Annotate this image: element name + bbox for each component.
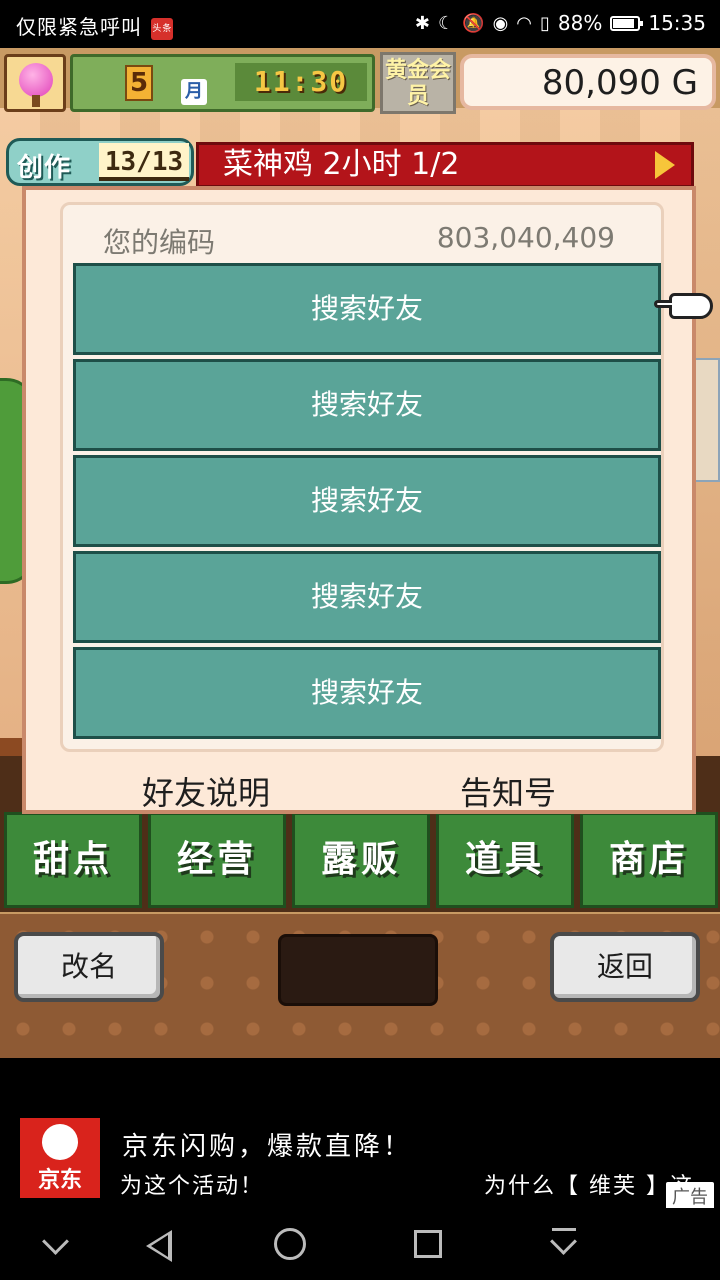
ad-title: 京东闪购，爆款直降！ bbox=[122, 1132, 413, 1162]
chevron-down-icon[interactable] bbox=[36, 1228, 76, 1260]
ad-brand: 京东 bbox=[37, 1168, 82, 1193]
notification-pull-icon[interactable] bbox=[546, 1228, 586, 1260]
status-right: ✱ ☾ 🔕 ◉ ◠ ▯ 88% 15:35 bbox=[415, 11, 706, 35]
recipe-banner[interactable]: 菜神鸡 2小时 1/2 bbox=[196, 142, 694, 188]
create-label: 创作 bbox=[17, 153, 72, 183]
game-screen: 5 月 11:30 黄金会员 80,090 G 创作 13/13 菜神鸡 2小时… bbox=[0, 48, 720, 1058]
system-nav-bar bbox=[0, 1208, 720, 1280]
battery-icon bbox=[610, 15, 644, 31]
search-friend-button[interactable]: 搜索好友 bbox=[73, 455, 661, 547]
month-unit: 月 bbox=[181, 79, 207, 105]
date-panel: 5 月 11:30 bbox=[70, 54, 375, 112]
category-stall[interactable]: 露贩 bbox=[292, 812, 430, 908]
ad-subtitle-left: 为这个活动！ bbox=[120, 1174, 265, 1199]
shop-tree-icon[interactable] bbox=[4, 54, 66, 112]
mute-icon: 🔕 bbox=[462, 12, 485, 34]
create-badge[interactable]: 创作 13/13 bbox=[6, 138, 194, 186]
ad-banner[interactable]: 京东 京东闪购，爆款直降！ 为这个活动！ 为什么【 维芙 】这 广告 bbox=[0, 1096, 720, 1210]
battery-percent: 88% bbox=[557, 11, 603, 35]
news-app-icon: 头条 bbox=[151, 17, 174, 40]
recipe-text: 菜神鸡 2小时 1/2 bbox=[223, 147, 460, 182]
friend-dialog-panel: 您的编码 803,040,409 搜索好友 搜索好友 搜索好友 搜索好友 搜索好… bbox=[60, 202, 713, 752]
gold-member-badge[interactable]: 黄金会员 bbox=[380, 52, 456, 114]
next-arrow-icon[interactable] bbox=[655, 151, 675, 179]
clock: 15:35 bbox=[648, 11, 706, 35]
your-code-value: 803,040,409 bbox=[436, 221, 615, 254]
friend-slot-list: 搜索好友 搜索好友 搜索好友 搜索好友 搜索好友 bbox=[73, 263, 661, 743]
status-bar: 仅限紧急呼叫 头条 ✱ ☾ 🔕 ◉ ◠ ▯ 88% 15:35 bbox=[0, 0, 720, 48]
search-friend-button[interactable]: 搜索好友 bbox=[73, 647, 661, 739]
rename-button[interactable]: 改名 bbox=[14, 932, 164, 1002]
search-friend-button[interactable]: 搜索好友 bbox=[73, 359, 661, 451]
moon-icon: ☾ bbox=[438, 12, 455, 34]
friend-info-button[interactable]: 好友说明 bbox=[142, 768, 270, 814]
recents-square-icon[interactable] bbox=[410, 1228, 450, 1260]
signal-alert-icon: ▯ bbox=[540, 12, 550, 34]
search-friend-button[interactable]: 搜索好友 bbox=[73, 263, 661, 355]
bottom-panel: 改名 返回 bbox=[0, 914, 720, 1058]
ad-subtitle-right: 为什么【 维芙 】这 bbox=[484, 1174, 694, 1199]
money-display: 80,090 G bbox=[460, 54, 716, 110]
carrier-text: 仅限紧急呼叫 bbox=[16, 15, 142, 39]
jd-logo-icon: 京东 bbox=[20, 1118, 100, 1198]
center-slot bbox=[278, 934, 438, 1006]
notify-id-button[interactable]: 告知号 bbox=[460, 768, 556, 814]
ad-tag: 广告 bbox=[666, 1182, 714, 1210]
home-circle-icon[interactable] bbox=[272, 1228, 312, 1260]
bluetooth-icon: ✱ bbox=[414, 12, 430, 34]
back-triangle-icon[interactable] bbox=[140, 1228, 180, 1262]
month-value: 5 bbox=[125, 65, 153, 101]
category-dessert[interactable]: 甜点 bbox=[4, 812, 142, 908]
eye-icon: ◉ bbox=[492, 12, 509, 34]
category-items[interactable]: 道具 bbox=[436, 812, 574, 908]
wifi-icon: ◠ bbox=[516, 12, 532, 34]
pointing-hand-icon bbox=[654, 293, 713, 319]
your-code-label: 您的编码 bbox=[103, 226, 216, 259]
status-left: 仅限紧急呼叫 头条 bbox=[16, 11, 174, 40]
category-manage[interactable]: 经营 bbox=[148, 812, 286, 908]
friend-dialog: 您的编码 803,040,409 搜索好友 搜索好友 搜索好友 搜索好友 搜索好… bbox=[22, 186, 713, 814]
create-count: 13/13 bbox=[99, 143, 189, 181]
game-time: 11:30 bbox=[235, 63, 367, 101]
search-friend-button[interactable]: 搜索好友 bbox=[73, 551, 661, 643]
category-shop[interactable]: 商店 bbox=[580, 812, 718, 908]
back-button[interactable]: 返回 bbox=[550, 932, 700, 1002]
